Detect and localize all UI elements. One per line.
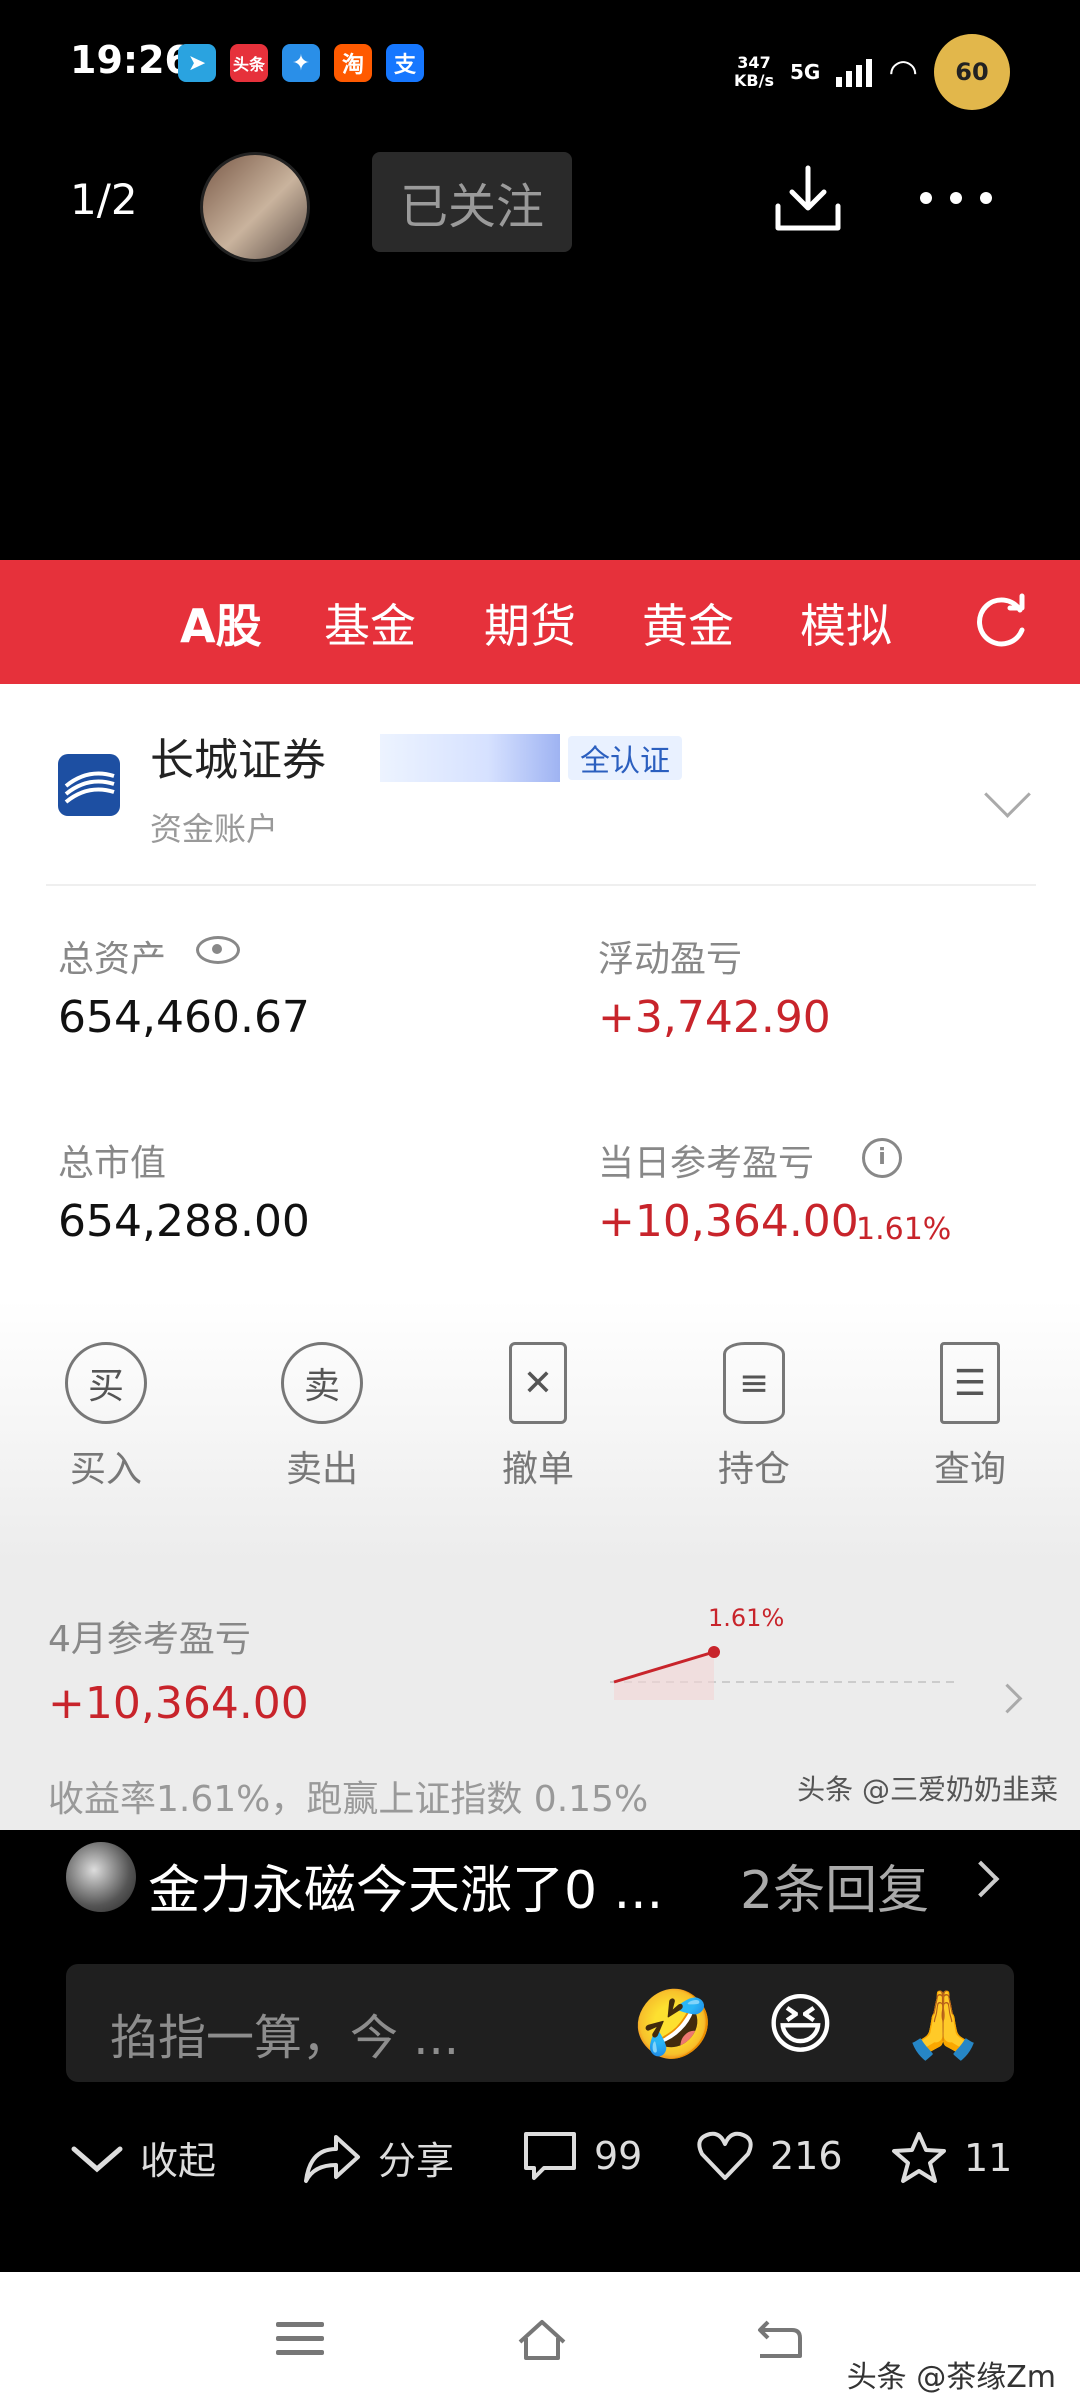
divider [46, 884, 1036, 886]
grin-emoji-icon[interactable]: 😆 [766, 1986, 835, 2063]
download-icon[interactable] [770, 160, 846, 236]
cancel-order-button[interactable]: ✕ 撤单 [478, 1342, 598, 1492]
verify-badge: 全认证 [568, 736, 682, 780]
tab-a-shares[interactable]: A股 [180, 590, 262, 656]
wifi-icon: ◠ [888, 52, 918, 92]
post-image[interactable]: A股 基金 期货 黄金 模拟 长城证券 全认证 资金账户 总资产 654,460… [0, 560, 1080, 1830]
chevron-right-icon [992, 1683, 1023, 1714]
commenter-avatar[interactable] [66, 1842, 136, 1912]
reply-count[interactable]: 2条回复 [740, 1848, 929, 1923]
star-icon [892, 2132, 946, 2183]
total-assets-label: 总资产 [58, 939, 167, 980]
tab-futures[interactable]: 期货 [484, 590, 576, 656]
info-icon[interactable]: i [862, 1138, 902, 1178]
comment-placeholder: 掐指一算，今 ... [110, 2010, 460, 2066]
status-time: 19:26 [70, 38, 191, 82]
feiyu-icon: ✦ [282, 44, 320, 82]
daily-pnl-label: 当日参考盈亏 [598, 1143, 815, 1184]
signal-icon [836, 57, 873, 87]
broker-logo [58, 754, 120, 816]
eye-icon[interactable] [196, 936, 240, 964]
notification-icons: ➤ 头条 ✦ 淘 支 [178, 44, 424, 82]
follow-button[interactable]: 已关注 [372, 152, 572, 252]
telegram-icon: ➤ [178, 44, 216, 82]
monthly-label: 4月参考盈亏 [48, 1619, 251, 1660]
pray-emoji-icon[interactable]: 🙏 [902, 1986, 984, 2064]
comment-icon [524, 2132, 576, 2180]
comment-text[interactable]: 金力永磁今天涨了0 ... [148, 1848, 663, 1923]
system-nav-bar: 头条 @茶缘Zm [0, 2272, 1080, 2400]
account-sub: 资金账户 [150, 810, 279, 848]
more-icon[interactable] [920, 192, 992, 204]
status-right: 347 KB/s 5G ◠ 60 [734, 34, 1010, 110]
trade-actions: 买 买入 卖 卖出 ✕ 撤单 ≡ 持仓 ☰ 查询 [0, 1300, 1080, 1590]
sell-icon: 卖 [281, 1342, 363, 1424]
tab-simulation[interactable]: 模拟 [800, 590, 892, 656]
home-icon[interactable] [514, 2312, 570, 2368]
monthly-pnl-card[interactable]: 4月参考盈亏 +10,364.00 1.61% 收益率1.61%，跑赢上证指数 … [0, 1560, 1080, 1830]
chevron-down-icon[interactable] [984, 771, 1031, 818]
tab-gold[interactable]: 黄金 [642, 590, 734, 656]
battery-badge: 60 [934, 34, 1010, 110]
buy-icon: 买 [65, 1342, 147, 1424]
positions-button[interactable]: ≡ 持仓 [694, 1342, 814, 1492]
account-card[interactable]: 长城证券 全认证 资金账户 [0, 684, 1080, 884]
buy-button[interactable]: 买 买入 [46, 1342, 166, 1492]
tab-funds[interactable]: 基金 [324, 590, 416, 656]
sparkline-label: 1.61% [708, 1604, 785, 1632]
alipay-icon: 支 [386, 44, 424, 82]
market-value: 654,288.00 [58, 1196, 310, 1247]
query-button[interactable]: ☰ 查询 [910, 1342, 1030, 1492]
document-icon: ☰ [940, 1342, 1000, 1424]
laugh-cry-emoji-icon[interactable]: 🤣 [632, 1986, 714, 2064]
comment-input[interactable]: 掐指一算，今 ... 🤣 😆 🙏 [66, 1964, 1014, 2082]
toutiao-icon: 头条 [230, 44, 268, 82]
author-avatar[interactable] [200, 152, 310, 262]
like-button[interactable]: 216 [696, 2130, 843, 2182]
total-assets-value: 654,460.67 [58, 992, 310, 1043]
back-icon[interactable] [750, 2312, 806, 2368]
network-type: 5G [789, 60, 821, 84]
chevron-right-icon[interactable] [962, 1860, 1000, 1898]
taobao-icon: 淘 [334, 44, 372, 82]
favorite-button[interactable]: 11 [890, 2130, 1012, 2186]
chevron-down-icon [71, 2146, 123, 2172]
share-button[interactable]: 分享 [302, 2130, 454, 2185]
share-icon [304, 2134, 360, 2183]
monthly-sparkline [610, 1646, 960, 1700]
redaction [380, 734, 560, 782]
broker-name: 长城证券 [150, 735, 326, 786]
market-tabs: A股 基金 期货 黄金 模拟 [0, 560, 1080, 684]
daily-pnl-percent: 1.61% [856, 1212, 952, 1247]
clipboard-x-icon: ✕ [509, 1342, 567, 1424]
heart-icon [697, 2131, 753, 2180]
image-watermark: 头条 @三爱奶奶韭菜 [797, 1773, 1058, 1806]
float-pnl-value: +3,742.90 [598, 992, 831, 1043]
page-indicator: 1/2 [70, 175, 138, 224]
page-watermark: 头条 @茶缘Zm [846, 2360, 1056, 2395]
daily-pnl-value: +10,364.00 [598, 1196, 859, 1247]
comments-button[interactable]: 99 [522, 2130, 642, 2182]
net-speed: 347 KB/s [734, 53, 774, 90]
monthly-value: +10,364.00 [48, 1678, 309, 1729]
float-pnl-label: 浮动盈亏 [598, 939, 743, 980]
refresh-icon[interactable] [968, 590, 1032, 654]
menu-icon[interactable] [276, 2322, 324, 2364]
monthly-summary: 收益率1.61%，跑赢上证指数 0.15% [48, 1779, 649, 1820]
market-value-label: 总市值 [58, 1143, 167, 1184]
database-icon: ≡ [723, 1342, 785, 1424]
sell-button[interactable]: 卖 卖出 [262, 1342, 382, 1492]
collapse-button[interactable]: 收起 [70, 2130, 216, 2185]
